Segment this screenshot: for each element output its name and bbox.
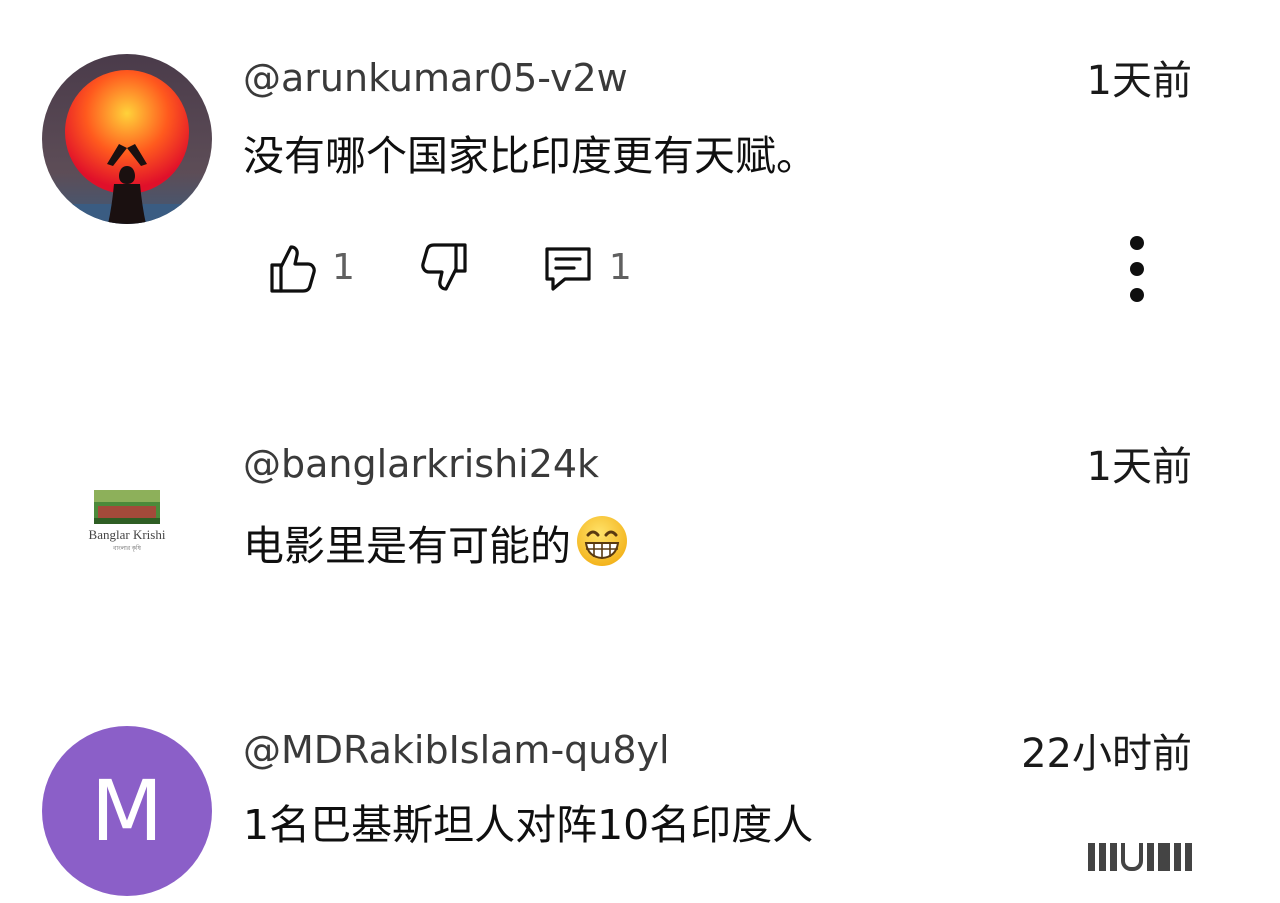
dislike-button[interactable] (419, 241, 469, 295)
logo-text: Banglar Krishi (89, 527, 166, 542)
comment-text: 电影里是有可能的 (243, 514, 629, 571)
thumbs-up-icon (268, 241, 318, 295)
grinning-face-icon (575, 514, 629, 568)
avatar[interactable]: Banglar Krishi বাংলার কৃষি (42, 444, 212, 614)
avatar-letter: M (90, 762, 164, 860)
comment-text: 1名巴基斯坦人对阵10名印度人 (243, 801, 814, 849)
sunset-meditation-avatar (42, 54, 212, 224)
banglar-krishi-logo: Banglar Krishi বাংলার কৃষি (42, 444, 212, 614)
comment-actions: 1 1 (268, 236, 632, 300)
more-dot (1130, 262, 1144, 276)
comment-text: 没有哪个国家比印度更有天赋。 (243, 132, 817, 180)
logo-subtext: বাংলার কৃষি (112, 545, 142, 552)
comment-author[interactable]: @arunkumar05-v2w (243, 55, 628, 101)
comment-icon (541, 241, 595, 295)
more-dot (1130, 288, 1144, 302)
like-button[interactable]: 1 (268, 241, 355, 295)
like-count: 1 (332, 247, 355, 288)
comment-timestamp: 22小时前 (1021, 731, 1192, 777)
more-vertical-icon (1130, 236, 1144, 250)
thumbs-down-icon (419, 241, 469, 295)
comment-timestamp: 1天前 (1086, 58, 1192, 104)
more-options-button[interactable] (1114, 236, 1160, 302)
reply-count: 1 (608, 247, 632, 288)
comments-list: @arunkumar05-v2w 1天前 没有哪个国家比印度更有天赋。 1 1 … (0, 0, 1280, 903)
avatar[interactable]: M (42, 726, 212, 896)
comment-timestamp: 1天前 (1086, 444, 1192, 490)
reply-button[interactable]: 1 (541, 241, 632, 295)
watermark (1088, 843, 1192, 871)
comment-author[interactable]: @banglarkrishi24k (243, 441, 599, 487)
comment-text-content: 电影里是有可能的 (243, 522, 571, 570)
avatar[interactable] (42, 54, 212, 224)
comment-author[interactable]: @MDRakibIslam-qu8yl (243, 727, 670, 773)
